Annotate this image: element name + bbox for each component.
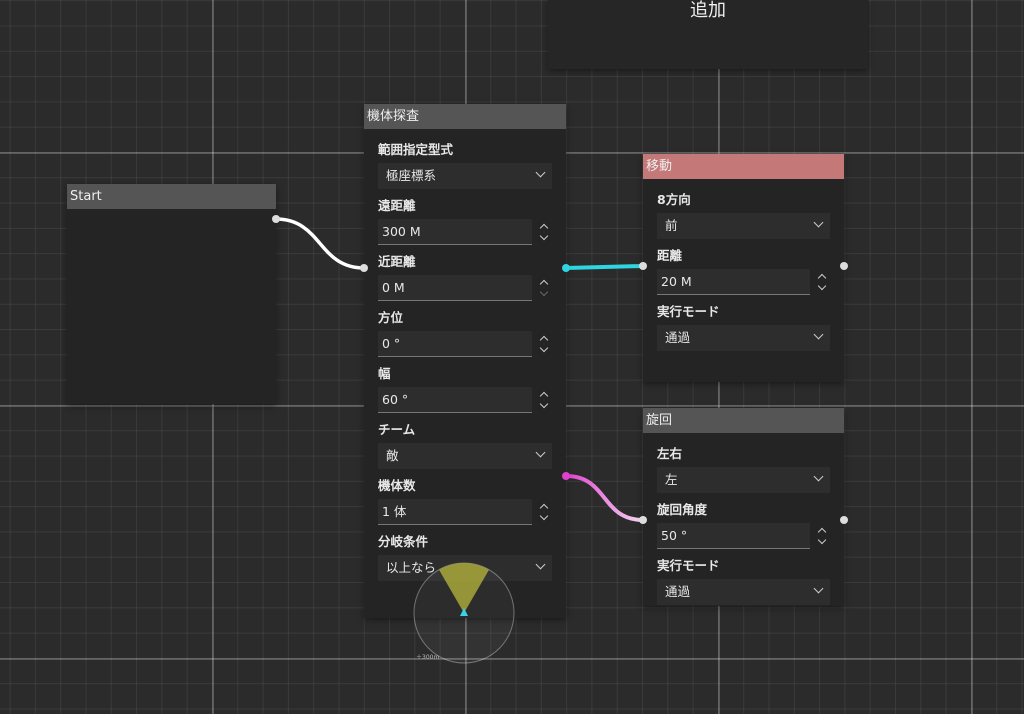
radar-preview: ＋300m [413, 562, 515, 664]
side-value: 左 [665, 472, 678, 487]
azimuth-label: 方位 [378, 310, 404, 325]
team-select[interactable]: 敵 [378, 443, 552, 469]
chevron-down-icon[interactable] [817, 535, 827, 545]
azimuth-stepper[interactable] [538, 331, 552, 357]
far-distance-label: 遠距離 [378, 198, 416, 213]
turn-input-port[interactable] [639, 516, 647, 524]
turn-output-port[interactable] [840, 516, 848, 524]
chevron-down-icon [535, 167, 546, 178]
move-node-title: 移動 [643, 154, 844, 179]
wire-scan-to-turn [565, 474, 644, 522]
move-mode-value: 通過 [665, 330, 691, 345]
far-distance-input[interactable]: 300 M [378, 219, 532, 245]
chevron-down-icon[interactable] [539, 343, 549, 353]
azimuth-input[interactable]: 0 ° [378, 331, 532, 357]
turn-node-title: 旋回 [643, 408, 844, 433]
wire-start-to-scan [275, 217, 365, 270]
direction-value: 前 [665, 218, 678, 233]
chevron-down-icon[interactable] [539, 399, 549, 409]
chevron-down-icon[interactable] [817, 281, 827, 291]
chevron-down-icon [535, 447, 546, 458]
start-node-title: Start [67, 184, 276, 209]
start-node[interactable]: Start [67, 184, 276, 404]
width-stepper[interactable] [538, 387, 552, 413]
chevron-down-icon[interactable] [539, 231, 549, 241]
unit-count-stepper[interactable] [538, 499, 552, 525]
turn-angle-label: 旋回角度 [657, 502, 708, 517]
scan-node[interactable]: 機体探査 範囲指定型式 極座標系 遠距離 300 M 近距離 0 M 方位 0 … [364, 104, 566, 618]
move-mode-label: 実行モード [657, 304, 720, 319]
distance-label: 距離 [657, 248, 683, 263]
add-panel[interactable]: 追加 [548, 0, 868, 69]
chevron-down-icon[interactable] [539, 511, 549, 521]
chevron-down-icon [535, 559, 546, 570]
width-input[interactable]: 60 ° [378, 387, 532, 413]
distance-stepper[interactable] [816, 269, 830, 295]
width-label: 幅 [378, 366, 391, 381]
start-output-port[interactable] [272, 215, 280, 223]
scan-node-title: 機体探査 [364, 104, 566, 129]
side-select[interactable]: 左 [657, 467, 830, 493]
direction-select[interactable]: 前 [657, 213, 830, 239]
move-output-port[interactable] [840, 262, 848, 270]
turn-angle-stepper[interactable] [816, 523, 830, 549]
radar-range-label: ＋300m [416, 654, 439, 661]
chevron-down-icon [813, 583, 824, 594]
turn-angle-input[interactable]: 50 ° [657, 523, 810, 549]
near-distance-stepper[interactable] [538, 275, 552, 301]
distance-input[interactable]: 20 M [657, 269, 810, 295]
turn-mode-select[interactable]: 通過 [657, 579, 830, 605]
scan-output-port-not-found[interactable] [562, 472, 570, 480]
team-label: チーム [378, 422, 416, 437]
range-type-select[interactable]: 極座標系 [378, 163, 552, 189]
chevron-down-icon [813, 471, 824, 482]
unit-count-label: 機体数 [378, 478, 416, 493]
near-distance-label: 近距離 [378, 254, 416, 269]
chevron-down-icon [813, 217, 824, 228]
move-node[interactable]: 移動 8方向 前 距離 20 M 実行モード 通過 [643, 154, 844, 382]
range-type-value: 極座標系 [386, 168, 437, 183]
move-input-port[interactable] [639, 262, 647, 270]
unit-count-input[interactable]: 1 体 [378, 499, 532, 525]
scan-output-port-found[interactable] [562, 264, 570, 272]
near-distance-input[interactable]: 0 M [378, 275, 532, 301]
turn-mode-label: 実行モード [657, 558, 720, 573]
scan-input-port[interactable] [360, 264, 368, 272]
chevron-down-icon [813, 329, 824, 340]
add-button-label: 追加 [690, 0, 726, 21]
turn-node[interactable]: 旋回 左右 左 旋回角度 50 ° 実行モード 通過 [643, 408, 844, 606]
team-value: 敵 [386, 448, 399, 463]
move-mode-select[interactable]: 通過 [657, 325, 830, 351]
range-type-label: 範囲指定型式 [378, 142, 454, 157]
direction-label: 8方向 [657, 192, 691, 207]
far-distance-stepper[interactable] [538, 219, 552, 245]
branch-condition-label: 分岐条件 [378, 534, 429, 549]
turn-mode-value: 通過 [665, 584, 691, 599]
chevron-down-icon[interactable] [539, 287, 549, 297]
wire-scan-to-move [565, 264, 644, 270]
side-label: 左右 [657, 446, 683, 461]
